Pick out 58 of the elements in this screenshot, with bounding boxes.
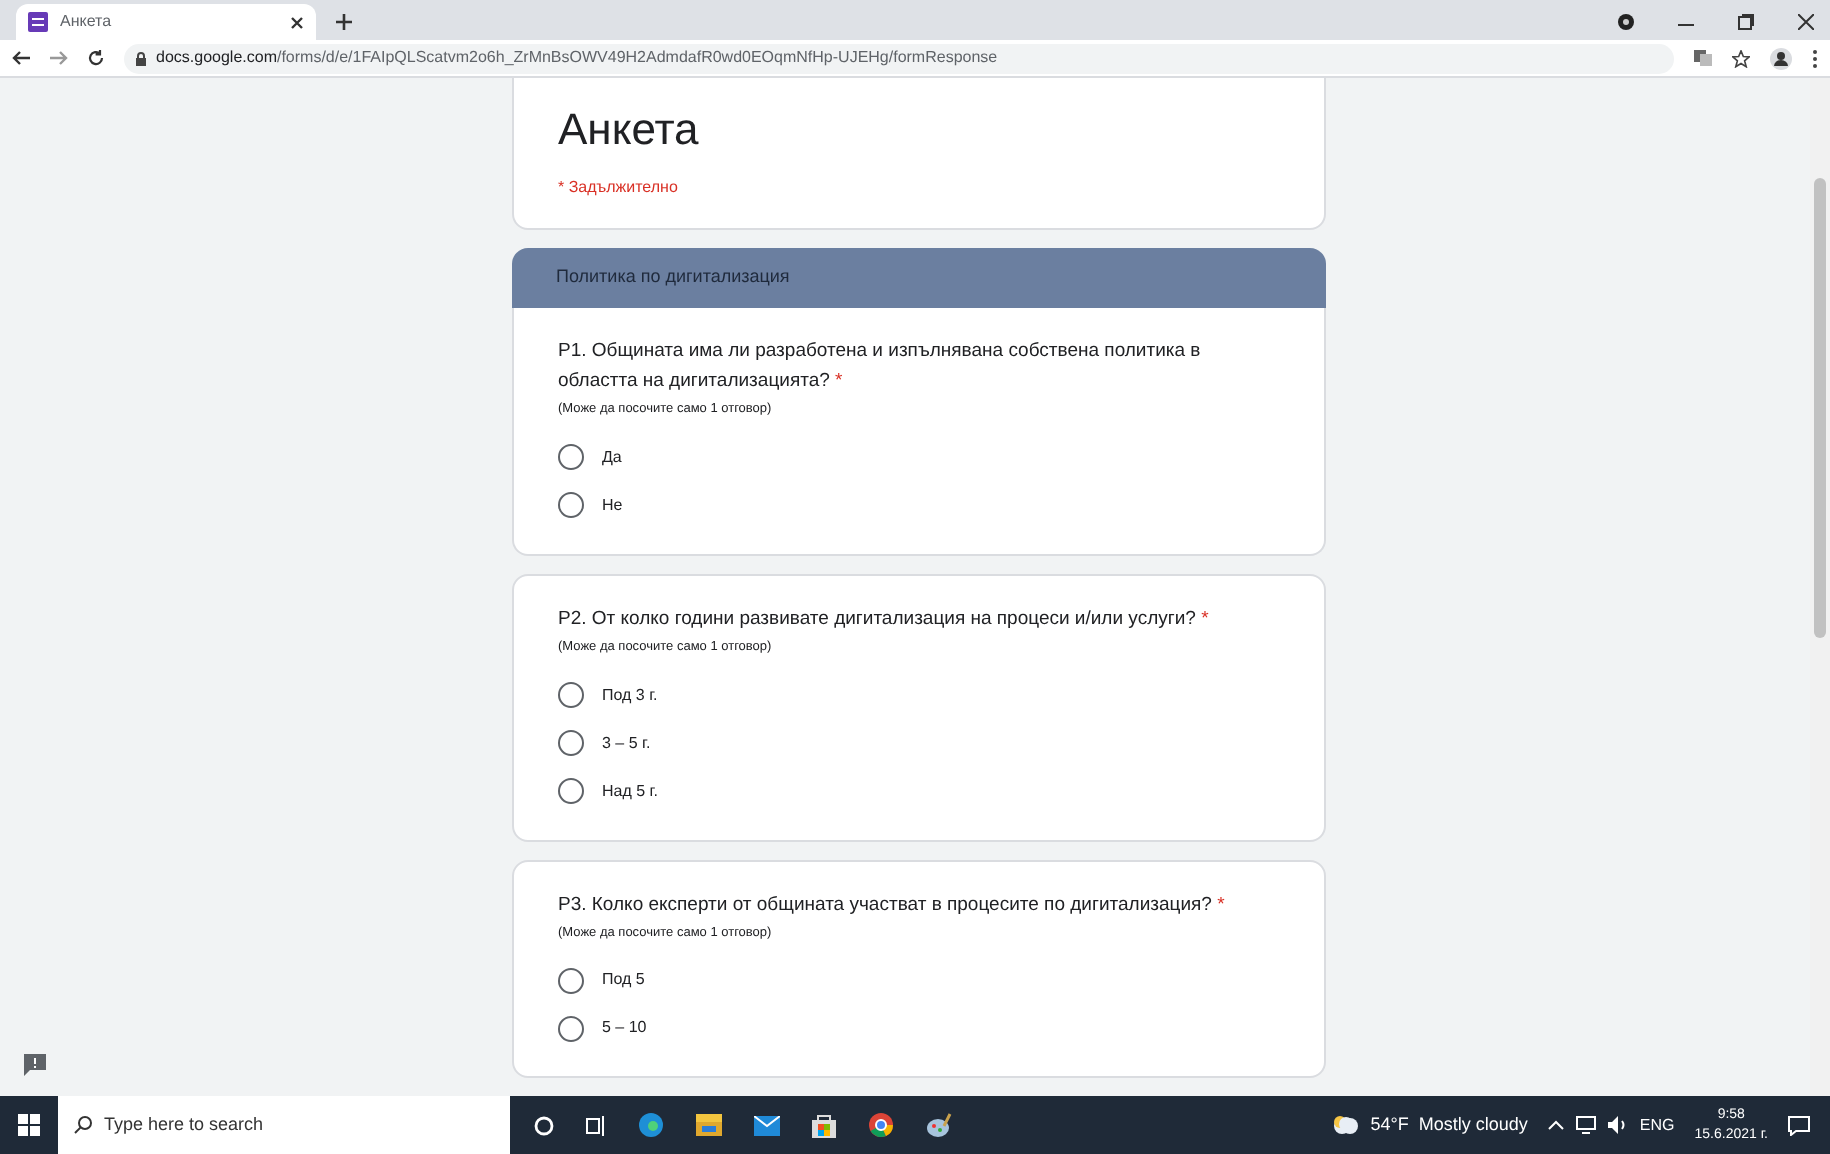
- cloud-icon: [1332, 1116, 1361, 1134]
- back-arrow-icon[interactable]: [12, 50, 30, 66]
- weather-text[interactable]: 54°F Mostly cloudy: [1370, 1111, 1528, 1139]
- required-note: * Задължително: [558, 176, 680, 200]
- close-icon[interactable]: [1798, 14, 1814, 30]
- search-icon: [74, 1116, 92, 1134]
- star-icon[interactable]: [1732, 49, 1750, 67]
- radio-button[interactable]: [558, 1015, 584, 1042]
- chrome-icon[interactable]: [868, 1112, 894, 1138]
- taskbar-search-field[interactable]: Type here to search: [58, 1096, 510, 1154]
- edge-icon[interactable]: [638, 1112, 664, 1138]
- menu-icon[interactable]: [1812, 49, 1818, 67]
- feedback-icon[interactable]: [24, 1054, 46, 1076]
- task-view-icon[interactable]: [586, 1115, 606, 1135]
- new-tab-icon[interactable]: [336, 14, 352, 30]
- radio-button[interactable]: [558, 682, 584, 708]
- option-label: Да: [602, 445, 622, 470]
- volume-icon[interactable]: [1607, 1116, 1628, 1134]
- notification-icon[interactable]: [1788, 1115, 1810, 1135]
- form-title: Анкета: [558, 104, 701, 156]
- question-text: P3. Колко експерти от общината участват в процесите по дигитализация? *: [558, 891, 1227, 919]
- reload-icon[interactable]: [88, 50, 104, 66]
- option-label: Под 3 г.: [602, 683, 658, 707]
- option-label: Под 5: [602, 968, 645, 993]
- profile-icon[interactable]: [1770, 47, 1792, 69]
- forward-arrow-icon[interactable]: [50, 50, 68, 66]
- radio-button[interactable]: [558, 730, 584, 756]
- restore-icon[interactable]: [1738, 14, 1754, 30]
- windows-start-icon[interactable]: [18, 1114, 40, 1136]
- url-text: docs.google.com/forms/d/e/1FAIpQLScatvm2o6h_ZrMnBsOWV49H2AdmdafR0wd0EOqmNfHp-UJEHg/formResponse: [156, 46, 998, 70]
- folder-icon[interactable]: [696, 1114, 722, 1136]
- minimize-icon[interactable]: [1678, 24, 1694, 28]
- close-icon[interactable]: [290, 15, 304, 29]
- language-indicator[interactable]: ENG: [1639, 1113, 1675, 1137]
- radio-button[interactable]: [558, 492, 584, 519]
- cortana-icon[interactable]: [534, 1115, 554, 1135]
- radio-button[interactable]: [558, 967, 584, 994]
- forms-icon: [28, 12, 48, 32]
- chevron-up-icon[interactable]: [1547, 1120, 1564, 1130]
- profile-dot-icon[interactable]: [1618, 14, 1634, 30]
- network-icon[interactable]: [1575, 1116, 1596, 1134]
- address-bar[interactable]: docs.google.com/forms/d/e/1FAIpQLScatvm2o6h_ZrMnBsOWV49H2AdmdafR0wd0EOqmNfHp-UJEHg/formResponse: [124, 43, 1674, 73]
- option-label: 5 – 10: [602, 1016, 647, 1041]
- tab-title: Анкета: [60, 10, 114, 34]
- paint-icon[interactable]: [926, 1112, 952, 1138]
- question-text: P1. Общината има ли разработена и изпълнявана собствена политика в областта на дигитализацията? *: [558, 338, 1203, 396]
- radio-button[interactable]: [558, 444, 584, 471]
- question-text: P2. От колко години развивате дигитализация на процеси и/или услуги? *: [558, 605, 1211, 634]
- mail-icon[interactable]: [754, 1115, 780, 1135]
- store-icon[interactable]: [812, 1113, 836, 1137]
- option-label: 3 – 5 г.: [602, 731, 651, 755]
- browser-tab[interactable]: Анкета: [16, 4, 316, 40]
- radio-button[interactable]: [558, 778, 584, 804]
- lock-icon: [136, 51, 146, 65]
- option-label: Над 5 г.: [602, 779, 658, 803]
- section-title: Политика по дигитализация: [556, 264, 790, 291]
- scrollbar-thumb[interactable]: [1814, 178, 1826, 638]
- option-label: Не: [602, 493, 623, 518]
